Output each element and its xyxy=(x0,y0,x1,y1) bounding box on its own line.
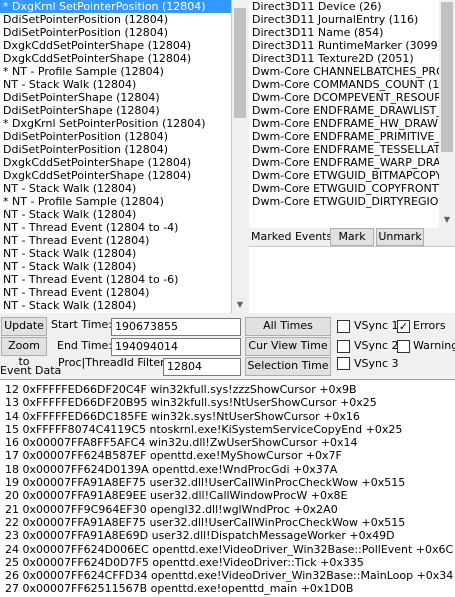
provider-list-item[interactable]: Dwm-Core ETWGUID_DIRTYREGIONEVENT xyxy=(249,195,439,208)
scroll-down-arrow-icon[interactable]: ▼ xyxy=(232,297,248,313)
provider-list-item[interactable]: Dwm-Core CHANNELBATCHES_PROCESSED (2) xyxy=(249,65,439,78)
errors-checkbox[interactable]: ✓ xyxy=(397,320,410,333)
event-data-label: Event Data xyxy=(0,364,62,377)
event-data-line: 15 0xFFFFF8074C4119C5 ntoskrnl.exe!KiSys… xyxy=(5,422,403,436)
vsync2-checkbox[interactable] xyxy=(337,340,350,353)
event-list-item[interactable]: DxgkCddSetPointerShape (12804) xyxy=(0,169,231,182)
event-list-item[interactable]: NT - Thread Event (12804 to -6) xyxy=(0,273,231,286)
start-time-label: Start Time: xyxy=(51,318,112,331)
event-list-item[interactable]: * DxgKrnl SetPointerPosition (12804) xyxy=(0,117,231,130)
event-list-item[interactable]: DdiSetPointerShape (12804) xyxy=(0,91,231,104)
event-type-list[interactable]: * DxgKrnl SetPointerPosition (12804) DdiS… xyxy=(0,0,232,313)
event-data-line: 17 0x00007FF624B587EF openttd.exe!MyShow… xyxy=(5,449,342,463)
end-time-label: End Time: xyxy=(57,339,113,352)
provider-list-scrollbar[interactable]: ▼ xyxy=(439,0,455,228)
event-data-line: 14 0xFFFFFED66DC185FE win32k.sys!NtUserS… xyxy=(5,409,360,423)
provider-list[interactable]: Direct3D11 Device (26) Direct3D11 Journal… xyxy=(249,0,439,228)
event-list-scroll-thumb[interactable] xyxy=(234,8,246,118)
vsync1-checkbox[interactable] xyxy=(337,320,350,333)
event-data-line: 12 0xFFFFFED66DF20C4F win32kfull.sys!zzz… xyxy=(5,383,357,396)
provider-list-item[interactable]: Dwm-Core ENDFRAME_WARP_DRAWLIST_C xyxy=(249,156,439,169)
event-list-item[interactable]: NT - Thread Event (12804) xyxy=(0,234,231,247)
warnings-label: Warnings xyxy=(413,339,455,352)
event-list-item[interactable]: NT - Stack Walk (12804) xyxy=(0,182,231,195)
all-times-button[interactable]: All Times xyxy=(245,317,331,336)
event-data-line: 18 0x00007FF624D0139A openttd.exe!WndPro… xyxy=(5,462,338,476)
event-data-lines: 12 0xFFFFFED66DF20C4F win32kfull.sys!zzz… xyxy=(0,380,455,596)
proc-thread-filter-field[interactable]: 12804 xyxy=(163,358,241,376)
event-list-item[interactable]: NT - Stack Walk (12804) xyxy=(0,299,231,312)
end-time-field[interactable]: 194094014 xyxy=(111,338,241,356)
provider-list-item[interactable]: Dwm-Core ENDFRAME_HW_DRAWLIST_CALL xyxy=(249,117,439,130)
event-list-item[interactable]: DdiSetPointerPosition (12804) xyxy=(0,143,231,156)
event-list-item[interactable]: NT - Stack Walk (12804) xyxy=(0,247,231,260)
event-list-item[interactable]: * DxgKrnl SetPointerPosition (12804) xyxy=(0,0,231,13)
provider-list-item[interactable]: Direct3D11 RuntimeMarker (3099) xyxy=(249,39,439,52)
errors-label: Errors xyxy=(413,319,446,332)
event-list-item[interactable]: DdiSetPointerPosition (12804) xyxy=(0,130,231,143)
scroll-down-arrow-icon[interactable]: ▼ xyxy=(439,212,455,228)
proc-thread-filter-label: Proc|ThreadId Filter: xyxy=(58,356,169,369)
event-data-line: 16 0x00007FFA8FF5AFC4 win32u.dll!ZwUserS… xyxy=(5,436,358,450)
event-type-list-rows: * DxgKrnl SetPointerPosition (12804) DdiS… xyxy=(0,0,231,312)
event-list-item[interactable]: NT - Stack Walk (12804) xyxy=(0,78,231,91)
event-data-line: 23 0x00007FFA91A8E69D user32.dll!Dispatc… xyxy=(5,529,395,543)
event-list-item[interactable]: DxgkCddSetPointerShape (12804) xyxy=(0,156,231,169)
provider-list-item[interactable]: Dwm-Core ENDFRAME_PRIMITIVE_GROUP xyxy=(249,130,439,143)
event-data-line: 19 0x00007FFA91A8EF75 user32.dll!UserCal… xyxy=(5,476,406,490)
marked-events-list[interactable] xyxy=(249,246,455,313)
event-data-line: 22 0x00007FFA91A8EF75 user32.dll!UserCal… xyxy=(5,515,406,529)
unmark-button[interactable]: Unmark xyxy=(376,228,424,246)
warnings-checkbox[interactable] xyxy=(397,340,410,353)
event-list-item[interactable]: DdiSetPointerPosition (12804) xyxy=(0,26,231,39)
cur-view-time-button[interactable]: Cur View Time xyxy=(245,337,331,356)
zoom-to-button[interactable]: Zoom to xyxy=(1,337,47,368)
vsync3-label: VSync 3 xyxy=(354,357,399,370)
provider-list-item[interactable]: Dwm-Core ETWGUID_BITMAPCOPYEVENT xyxy=(249,169,439,182)
start-time-field[interactable]: 190673855 xyxy=(111,318,241,336)
event-data-line: 24 0x00007FF624D006EC openttd.exe!VideoD… xyxy=(5,542,454,556)
event-data-panel[interactable]: 12 0xFFFFFED66DF20C4F win32kfull.sys!zzz… xyxy=(0,379,455,597)
marked-events-label: Marked Events: xyxy=(251,230,336,243)
event-data-line: 27 0x00007FF62511567B openttd.exe!opentt… xyxy=(5,582,354,596)
event-list-item[interactable]: DdiSetPointerPosition (12804) xyxy=(0,13,231,26)
mark-button[interactable]: Mark xyxy=(330,228,374,246)
provider-list-item[interactable]: Dwm-Core DCOMPEVENT_RESOURCE (28) xyxy=(249,91,439,104)
event-list-item[interactable]: NT - Thread Event (12804 to -4) xyxy=(0,221,231,234)
event-list-scrollbar[interactable]: ▼ xyxy=(232,0,248,313)
event-list-item[interactable]: DdiSetPointerShape (12804) xyxy=(0,104,231,117)
provider-list-item[interactable]: Direct3D11 Device (26) xyxy=(249,0,439,13)
provider-list-item[interactable]: Dwm-Core COMMANDS_COUNT (1487) xyxy=(249,78,439,91)
provider-list-rows: Direct3D11 Device (26) Direct3D11 Journal… xyxy=(249,0,439,208)
provider-list-scroll-thumb[interactable] xyxy=(441,2,453,152)
event-list-item[interactable]: * NT - Profile Sample (12804) xyxy=(0,195,231,208)
vsync1-label: VSync 1 xyxy=(354,319,399,332)
vsync3-checkbox[interactable] xyxy=(337,357,350,370)
event-data-line: 21 0x00007FF9C964EF30 opengl32.dll!wglWn… xyxy=(5,502,338,516)
event-data-line: 20 0x00007FFA91A8E9EE user32.dll!CallWin… xyxy=(5,489,348,503)
event-list-item[interactable]: DxgkCddSetPointerShape (12804) xyxy=(0,52,231,65)
event-data-line: 26 0x00007FF624CFFD34 openttd.exe!VideoD… xyxy=(5,569,454,583)
provider-list-item[interactable]: Direct3D11 JournalEntry (116) xyxy=(249,13,439,26)
provider-list-item[interactable]: Dwm-Core ENDFRAME_TESSELLATED_PRIM xyxy=(249,143,439,156)
event-data-line: 25 0x00007FF624D0D7F5 openttd.exe!VideoD… xyxy=(5,555,364,569)
event-list-item[interactable]: NT - Thread Event (12804) xyxy=(0,286,231,299)
selection-time-button[interactable]: Selection Time xyxy=(245,357,331,376)
event-list-item[interactable]: * NT - Profile Sample (12804) xyxy=(0,65,231,78)
provider-list-item[interactable]: Direct3D11 Name (854) xyxy=(249,26,439,39)
provider-list-item[interactable]: Dwm-Core ENDFRAME_DRAWLIST_BATCH xyxy=(249,104,439,117)
event-list-item[interactable]: DxgkCddSetPointerShape (12804) xyxy=(0,39,231,52)
provider-list-item[interactable]: Direct3D11 Texture2D (2051) xyxy=(249,52,439,65)
event-list-item[interactable]: NT - Stack Walk (12804) xyxy=(0,208,231,221)
vsync2-label: VSync 2 xyxy=(354,339,399,352)
provider-list-item[interactable]: Dwm-Core ETWGUID_COPYFRONTTOBACK xyxy=(249,182,439,195)
event-list-item[interactable]: NT - Stack Walk (12804) xyxy=(0,260,231,273)
event-data-line: 13 0xFFFFFED66DF20B95 win32kfull.sys!NtU… xyxy=(5,396,377,410)
update-button[interactable]: Update xyxy=(1,317,47,336)
